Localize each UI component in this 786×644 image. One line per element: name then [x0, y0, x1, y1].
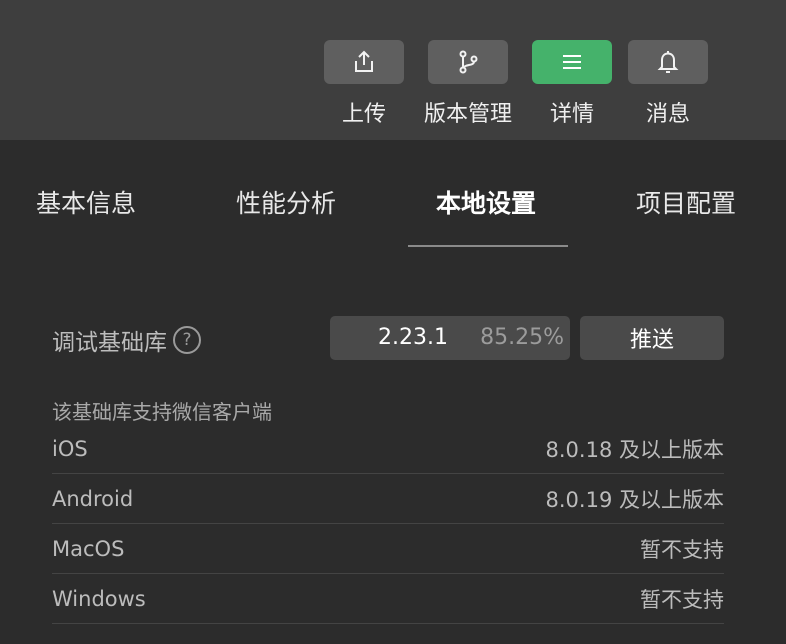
upload-button[interactable]	[324, 40, 404, 84]
active-tab-indicator	[408, 245, 568, 247]
tab-project-config[interactable]: 项目配置	[636, 184, 736, 220]
debug-lib-row: 调试基础库 ? 2.23.1 85.25% 推送	[52, 316, 724, 360]
platform-row-android: Android 8.0.19 及以上版本	[52, 474, 724, 524]
bell-icon	[657, 51, 679, 73]
tab-local-settings[interactable]: 本地设置	[436, 184, 536, 220]
version-manage-tool[interactable]: 版本管理	[424, 40, 512, 128]
upload-tool[interactable]: 上传	[324, 40, 404, 128]
messages-tool[interactable]: 消息	[628, 40, 708, 128]
platform-version: 暂不支持	[640, 537, 724, 562]
platform-version: 暂不支持	[640, 587, 724, 612]
branch-icon	[459, 50, 478, 74]
messages-label: 消息	[645, 102, 690, 127]
details-tool[interactable]: 详情	[532, 40, 612, 128]
version-manage-button[interactable]	[428, 40, 508, 84]
debug-lib-label: 调试基础库	[52, 330, 167, 356]
details-button[interactable]	[532, 40, 612, 84]
menu-icon	[563, 55, 581, 69]
push-button[interactable]: 推送	[580, 316, 724, 360]
help-icon[interactable]: ?	[173, 326, 201, 354]
platform-version: 8.0.18 及以上版本	[545, 437, 724, 462]
upload-label: 上传	[341, 102, 386, 127]
platform-row-windows: Windows 暂不支持	[52, 574, 724, 624]
platform-row-ios: iOS 8.0.18 及以上版本	[52, 424, 724, 474]
platform-version: 8.0.19 及以上版本	[545, 487, 724, 512]
platform-name: Windows	[52, 586, 146, 611]
platform-row-macos: MacOS 暂不支持	[52, 524, 724, 574]
tab-performance[interactable]: 性能分析	[236, 184, 336, 220]
platform-name: MacOS	[52, 536, 125, 561]
details-label: 详情	[549, 102, 594, 127]
version-manage-label: 版本管理	[424, 102, 513, 127]
tab-bar: 基本信息 性能分析 本地设置 项目配置	[0, 140, 786, 250]
lib-version-percent: 85.25%	[480, 325, 564, 350]
toolbar: 上传 版本管理 详情 消息	[0, 0, 786, 140]
lib-version-value: 2.23.1	[378, 325, 448, 350]
tab-basic-info[interactable]: 基本信息	[36, 184, 136, 220]
messages-button[interactable]	[628, 40, 708, 84]
support-title: 该基础库支持微信客户端	[52, 400, 272, 424]
platform-list: iOS 8.0.18 及以上版本 Android 8.0.19 及以上版本 Ma…	[52, 424, 724, 624]
platform-name: Android	[52, 486, 134, 511]
upload-icon	[355, 50, 373, 72]
platform-name: iOS	[52, 436, 88, 461]
lib-version-select[interactable]: 2.23.1 85.25%	[330, 316, 570, 360]
debug-lib-label-group: 调试基础库 ?	[52, 323, 201, 357]
